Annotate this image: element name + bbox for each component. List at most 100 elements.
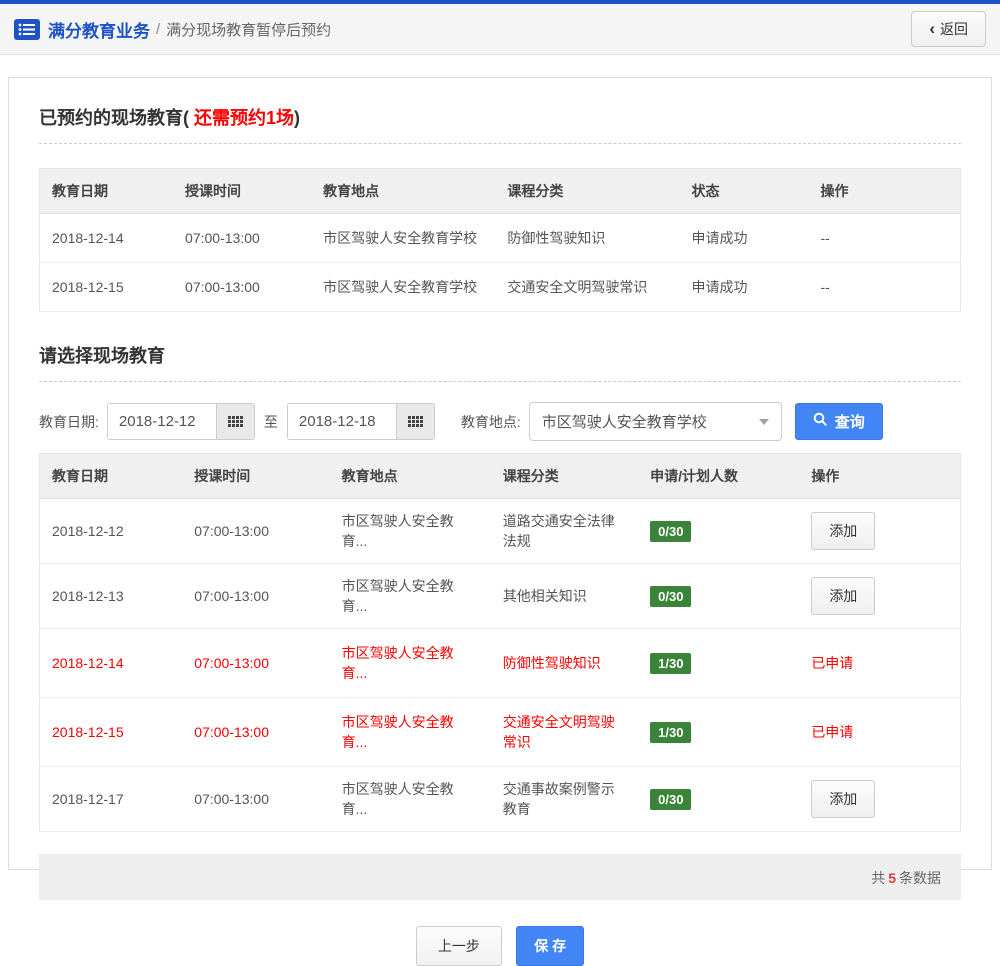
booked-title-close: ) bbox=[294, 108, 301, 128]
booked-table-header: 教育日期 授课时间 教育地点 课程分类 状态 操作 bbox=[39, 168, 961, 214]
cell-action: 已申请 bbox=[799, 628, 961, 698]
cell-place: 市区驾驶人安全教育... bbox=[329, 628, 491, 698]
booked-title-highlight: 还需预约1场 bbox=[189, 108, 295, 128]
add-button[interactable]: 添加 bbox=[811, 577, 876, 615]
cell-place: 市区驾驶人安全教育... bbox=[329, 697, 491, 767]
table-row: 2018-12-15 07:00-13:00 市区驾驶人安全教育学校 交通安全文… bbox=[39, 262, 961, 312]
previous-step-button[interactable]: 上一步 bbox=[415, 926, 502, 966]
search-button[interactable]: 查询 bbox=[794, 403, 883, 440]
list-footer: 共 5 条数据 bbox=[39, 854, 961, 900]
cell-place: 市区驾驶人安全教育... bbox=[329, 498, 491, 564]
col-header: 教育日期 bbox=[39, 168, 174, 214]
save-button[interactable]: 保 存 bbox=[516, 926, 585, 966]
date-filter-label: 教育日期: bbox=[39, 413, 99, 430]
main-panel: 已预约的现场教育( 还需预约1场) 教育日期 授课时间 教育地点 课程分类 状态… bbox=[8, 77, 992, 966]
booked-title-text: 已预约的现场教育( bbox=[39, 108, 189, 128]
chevron-left-icon: ‹ bbox=[929, 19, 935, 38]
cell-count: 1/30 bbox=[638, 628, 800, 698]
place-select[interactable]: 市区驾驶人安全教育学校 bbox=[528, 402, 782, 441]
cell-count: 0/30 bbox=[638, 766, 800, 832]
cell-status: 申请成功 bbox=[679, 262, 809, 312]
list-icon bbox=[14, 18, 40, 40]
section-divider bbox=[39, 381, 961, 382]
date-to-group bbox=[286, 403, 435, 440]
place-filter-label: 教育地点: bbox=[460, 413, 521, 430]
breadcrumb-root[interactable]: 满分教育业务 bbox=[48, 17, 150, 42]
applied-status-text: 已申请 bbox=[811, 655, 854, 671]
cell-date: 2018-12-17 bbox=[39, 766, 183, 832]
page-header: 满分教育业务 / 满分现场教育暂停后预约 ‹ 返回 bbox=[0, 4, 1000, 55]
date-from-input[interactable] bbox=[107, 404, 216, 439]
col-header: 操作 bbox=[799, 453, 961, 499]
total-count: 5 bbox=[888, 870, 896, 886]
cell-place: 市区驾驶人安全教育... bbox=[329, 563, 491, 629]
col-header: 课程分类 bbox=[490, 453, 639, 499]
cell-count: 1/30 bbox=[638, 697, 800, 767]
section-divider bbox=[39, 143, 961, 144]
choose-table: 教育日期 授课时间 教育地点 课程分类 申请/计划人数 操作 2018-12-1… bbox=[39, 453, 961, 832]
table-row: 2018-12-14 07:00-13:00 市区驾驶人安全教育学校 防御性驾驶… bbox=[39, 213, 961, 263]
cell-action: 添加 bbox=[799, 498, 961, 564]
cell-date: 2018-12-13 bbox=[39, 563, 183, 629]
date-from-group bbox=[106, 403, 255, 440]
cell-date: 2018-12-15 bbox=[39, 697, 183, 767]
booked-section-title: 已预约的现场教育( 还需预约1场) bbox=[39, 104, 961, 130]
choose-section-title: 请选择现场教育 bbox=[39, 346, 165, 366]
col-header: 操作 bbox=[808, 168, 961, 214]
table-row: 2018-12-12 07:00-13:00 市区驾驶人安全教育... 道路交通… bbox=[39, 498, 961, 564]
form-actions: 上一步 保 存 bbox=[39, 926, 961, 966]
cell-date: 2018-12-12 bbox=[39, 498, 183, 564]
cell-count: 0/30 bbox=[638, 498, 800, 564]
cell-action: -- bbox=[808, 262, 961, 312]
cell-time: 07:00-13:00 bbox=[182, 498, 330, 564]
cell-time: 07:00-13:00 bbox=[182, 766, 330, 832]
cell-course: 防御性驾驶知识 bbox=[490, 628, 639, 698]
search-button-label: 查询 bbox=[834, 414, 865, 431]
cell-action: 添加 bbox=[799, 766, 961, 832]
col-header: 教育地点 bbox=[311, 168, 496, 214]
cell-action: 已申请 bbox=[799, 697, 961, 767]
applied-status-text: 已申请 bbox=[811, 724, 854, 740]
search-icon bbox=[813, 412, 828, 431]
cell-action: -- bbox=[808, 213, 961, 263]
back-button[interactable]: ‹ 返回 bbox=[911, 11, 986, 47]
count-badge: 0/30 bbox=[650, 788, 692, 810]
date-range-to-label: 至 bbox=[263, 413, 278, 430]
col-header: 教育地点 bbox=[329, 453, 491, 499]
col-header: 教育日期 bbox=[39, 453, 183, 499]
cell-course: 交通安全文明驾驶常识 bbox=[495, 262, 680, 312]
cell-time: 07:00-13:00 bbox=[182, 697, 330, 767]
add-button[interactable]: 添加 bbox=[811, 780, 876, 818]
table-row-applied: 2018-12-14 07:00-13:00 市区驾驶人安全教育... 防御性驾… bbox=[39, 628, 961, 698]
col-header: 申请/计划人数 bbox=[638, 453, 800, 499]
cell-course: 交通安全文明驾驶常识 bbox=[490, 697, 639, 767]
col-header: 状态 bbox=[679, 168, 809, 214]
cell-place: 市区驾驶人安全教育学校 bbox=[311, 213, 496, 263]
table-row: 2018-12-13 07:00-13:00 市区驾驶人安全教育... 其他相关… bbox=[39, 563, 961, 629]
cell-date: 2018-12-15 bbox=[39, 262, 174, 312]
cell-course: 防御性驾驶知识 bbox=[495, 213, 680, 263]
date-to-input[interactable] bbox=[287, 404, 396, 439]
cell-time: 07:00-13:00 bbox=[182, 563, 330, 629]
count-badge: 0/30 bbox=[650, 585, 692, 607]
cell-place: 市区驾驶人安全教育学校 bbox=[311, 262, 496, 312]
breadcrumb-current: 满分现场教育暂停后预约 bbox=[166, 21, 332, 39]
cell-date: 2018-12-14 bbox=[39, 213, 174, 263]
cell-course: 道路交通安全法律法规 bbox=[490, 498, 639, 564]
back-button-label: 返回 bbox=[940, 21, 968, 37]
add-button[interactable]: 添加 bbox=[811, 512, 876, 550]
calendar-icon[interactable] bbox=[395, 404, 434, 439]
col-header: 课程分类 bbox=[495, 168, 680, 214]
count-badge: 1/30 bbox=[650, 721, 692, 743]
chevron-down-icon bbox=[758, 418, 769, 425]
cell-course: 交通事故案例警示教育 bbox=[490, 766, 639, 832]
table-row: 2018-12-17 07:00-13:00 市区驾驶人安全教育... 交通事故… bbox=[39, 766, 961, 832]
cell-time: 07:00-13:00 bbox=[173, 213, 312, 263]
cell-place: 市区驾驶人安全教育... bbox=[329, 766, 491, 832]
total-suffix: 条数据 bbox=[899, 870, 941, 886]
filter-bar: 教育日期: 至 教育地点: 市区驾驶人安全教育学校 查询 bbox=[39, 402, 961, 441]
col-header: 授课时间 bbox=[173, 168, 312, 214]
cell-course: 其他相关知识 bbox=[490, 563, 639, 629]
calendar-icon[interactable] bbox=[215, 404, 254, 439]
count-badge: 1/30 bbox=[650, 652, 692, 674]
